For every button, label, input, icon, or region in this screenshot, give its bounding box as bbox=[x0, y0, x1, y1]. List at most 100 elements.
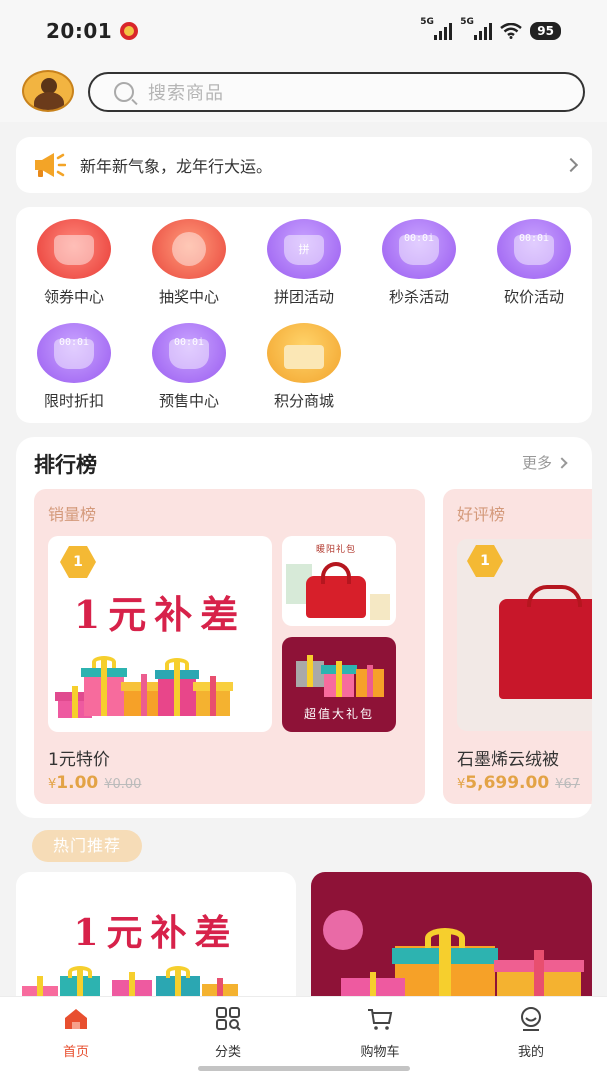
battery-indicator: 95 bbox=[530, 22, 561, 40]
gift-box-icon bbox=[356, 665, 384, 697]
promo-text: 1元补差 bbox=[73, 592, 247, 637]
product-image[interactable]: 1 bbox=[457, 539, 592, 731]
search-icon bbox=[114, 82, 134, 102]
avatar[interactable] bbox=[22, 70, 74, 112]
price-value: 5,699.00 bbox=[465, 773, 550, 793]
grid-item-flash-sale[interactable]: 00:0i 秒杀活动 bbox=[374, 219, 464, 307]
red-bag-image bbox=[499, 585, 592, 699]
cart-icon bbox=[368, 1009, 393, 1030]
hot-recommend-tag: 热门推荐 bbox=[32, 830, 142, 862]
grid-item-label: 预售中心 bbox=[158, 392, 219, 410]
section-title: 排行榜 bbox=[34, 453, 97, 477]
category-grid-icon bbox=[216, 1007, 241, 1031]
status-bar: 20:01 5G 5G 95 bbox=[0, 0, 607, 62]
package-box bbox=[370, 594, 390, 620]
tab-profile[interactable]: 我的 bbox=[491, 1007, 571, 1060]
grid-icon-overlay: 00:0i bbox=[518, 233, 550, 244]
price-value: 1.00 bbox=[56, 773, 99, 793]
grid-item-points-mall[interactable]: 积分商城 bbox=[259, 323, 349, 411]
grid-item-lottery-center[interactable]: 抽奖中心 bbox=[144, 219, 234, 307]
home-indicator bbox=[198, 1066, 410, 1071]
grid-item-label: 砍价活动 bbox=[503, 288, 564, 306]
tab-label: 我的 bbox=[517, 1045, 544, 1060]
grid-item-label: 抽奖中心 bbox=[158, 288, 219, 306]
more-link[interactable]: 更多 bbox=[522, 452, 552, 473]
grid-item-coupon-center[interactable]: 领券中心 bbox=[29, 219, 119, 307]
sales-ranking-panel[interactable]: 销量榜 1 1元补差 暖阳礼包 超值大礼包 1元特价 ¥1.00 ¥0.00 bbox=[34, 489, 425, 804]
grid-item-presale[interactable]: 00:0i 预售中心 bbox=[144, 323, 234, 411]
grid-item-bargain[interactable]: 00:0i 砍价活动 bbox=[489, 219, 579, 307]
feature-grid: 领券中心 抽奖中心 拼 拼团活动 00:0i 秒杀活动 00:0i 砍价活动 0… bbox=[16, 207, 592, 423]
tab-home[interactable]: 首页 bbox=[36, 1007, 116, 1060]
megaphone-icon bbox=[35, 153, 66, 177]
hot-product-card[interactable]: 1元补差 bbox=[16, 872, 296, 1012]
gift-box-icon bbox=[296, 655, 324, 687]
tab-label: 分类 bbox=[214, 1045, 241, 1060]
flash-sale-timer-icon: 00:0i bbox=[382, 219, 456, 279]
chevron-right-icon bbox=[556, 457, 568, 469]
ranking-section: 排行榜 更多 销量榜 1 1元补差 暖阳礼包 超值大礼包 1元特价 ¥1.00 … bbox=[16, 437, 592, 818]
signal-icon: 5G bbox=[420, 17, 453, 40]
notice-bar[interactable]: 新年新气象，龙年行大运。 bbox=[16, 137, 592, 193]
tab-cart[interactable]: 购物车 bbox=[340, 1007, 420, 1060]
points-mall-icon bbox=[267, 323, 341, 383]
grid-icon-overlay: 00:0i bbox=[173, 337, 205, 348]
old-price: ¥67 bbox=[555, 777, 580, 792]
gift-box-icon bbox=[81, 656, 127, 716]
thumb-caption: 超值大礼包 bbox=[303, 707, 374, 721]
profile-icon bbox=[521, 1007, 541, 1031]
status-time: 20:01 bbox=[46, 19, 113, 43]
panel-title: 销量榜 bbox=[48, 505, 97, 524]
signal-label-2: 5G bbox=[460, 17, 474, 27]
grid-item-label: 领券中心 bbox=[43, 288, 104, 306]
product-name: 石墨烯云绒被 bbox=[457, 750, 559, 770]
product-name: 1元特价 bbox=[48, 750, 110, 770]
cupcake-image bbox=[323, 910, 363, 950]
chevron-right-icon bbox=[563, 157, 579, 173]
grid-item-label: 秒杀活动 bbox=[388, 288, 449, 306]
gift-box-icon bbox=[155, 658, 199, 716]
product-price: ¥1.00 ¥0.00 bbox=[48, 773, 141, 793]
wifi-icon bbox=[500, 23, 523, 39]
grid-item-group-buy[interactable]: 拼 拼团活动 bbox=[259, 219, 349, 307]
product-thumb[interactable]: 暖阳礼包 bbox=[282, 536, 396, 626]
hot-product-card[interactable] bbox=[311, 872, 592, 1012]
status-indicators: 5G 5G 95 bbox=[420, 17, 561, 40]
gift-box-icon bbox=[321, 661, 357, 697]
grid-icon-overlay: 00:0i bbox=[58, 337, 90, 348]
presale-timer-icon: 00:0i bbox=[152, 323, 226, 383]
tab-label: 购物车 bbox=[360, 1045, 400, 1060]
promo-text: 1元补差 bbox=[73, 912, 239, 954]
gift-box-icon bbox=[193, 676, 233, 716]
thumb-caption: 暖阳礼包 bbox=[316, 545, 357, 555]
home-icon bbox=[65, 1009, 87, 1029]
rank-badge: 1 bbox=[467, 545, 503, 577]
search-placeholder: 搜索商品 bbox=[148, 83, 224, 104]
tab-label: 首页 bbox=[62, 1045, 89, 1060]
product-thumb[interactable]: 超值大礼包 bbox=[282, 637, 396, 732]
review-ranking-panel[interactable]: 好评榜 1 石墨烯云绒被 ¥5,699.00 ¥67 bbox=[443, 489, 592, 804]
red-bag-image bbox=[306, 562, 366, 618]
grid-item-limited-discount[interactable]: 00:0i 限时折扣 bbox=[29, 323, 119, 411]
rank-badge: 1 bbox=[60, 546, 96, 578]
limited-discount-timer-icon: 00:0i bbox=[37, 323, 111, 383]
tab-category[interactable]: 分类 bbox=[188, 1007, 268, 1060]
grid-item-label: 积分商城 bbox=[273, 392, 334, 410]
grid-item-label: 拼团活动 bbox=[273, 288, 334, 306]
bargain-timer-icon: 00:0i bbox=[497, 219, 571, 279]
panel-title: 好评榜 bbox=[457, 505, 506, 524]
search-input[interactable]: 搜索商品 bbox=[88, 72, 585, 112]
product-price: ¥5,699.00 ¥67 bbox=[457, 773, 580, 793]
signal-icon-2: 5G bbox=[460, 17, 493, 40]
lottery-wheel-icon bbox=[152, 219, 226, 279]
coupon-icon bbox=[37, 219, 111, 279]
grid-icon-overlay: 拼 bbox=[298, 243, 310, 256]
header: 搜索商品 bbox=[0, 62, 607, 122]
group-buy-bag-icon: 拼 bbox=[267, 219, 341, 279]
grid-item-label: 限时折扣 bbox=[43, 392, 104, 410]
emblem-icon bbox=[120, 22, 139, 40]
notice-text: 新年新气象，龙年行大运。 bbox=[80, 157, 273, 176]
grid-icon-overlay: 00:0i bbox=[403, 233, 435, 244]
old-price: ¥0.00 bbox=[104, 777, 142, 792]
product-image[interactable]: 1 1元补差 bbox=[48, 536, 272, 732]
